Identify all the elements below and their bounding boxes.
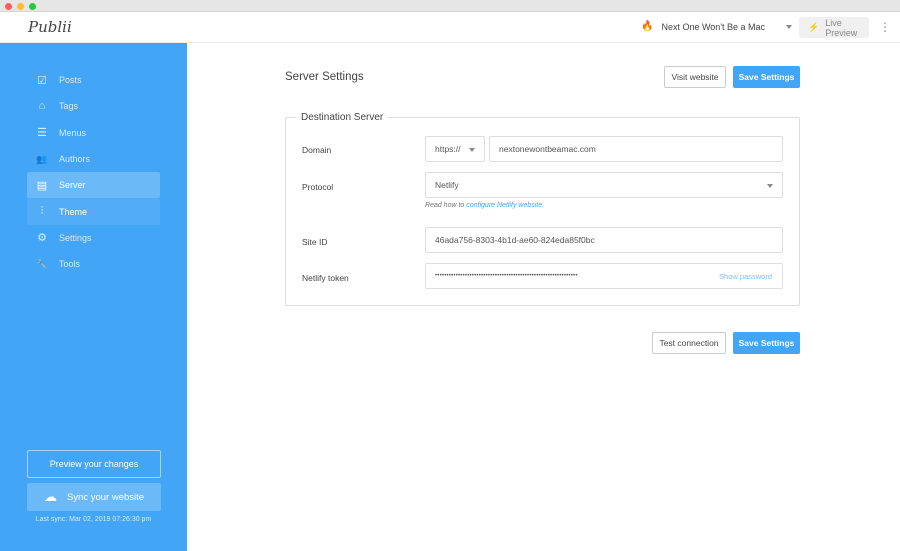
sync-label: Sync your website bbox=[66, 491, 145, 503]
site-id-label: Site ID bbox=[302, 237, 328, 247]
protocol-value: Netlify bbox=[435, 180, 459, 190]
sidebar-item-tags[interactable]: ⌂ Tags bbox=[27, 93, 160, 119]
sidebar-item-label: Authors bbox=[59, 154, 91, 165]
live-preview-button[interactable]: ⚡ Live Preview bbox=[799, 17, 869, 38]
site-name: Next One Won't Be a Mac bbox=[661, 21, 766, 32]
sidebar-item-label: Server bbox=[59, 180, 86, 191]
sidebar-item-authors[interactable]: 👥 Authors bbox=[27, 146, 160, 172]
site-switcher[interactable]: 🔥 Next One Won't Be a Mac bbox=[641, 21, 765, 32]
server-icon: ▤ bbox=[36, 179, 48, 192]
protocol-hint: Read how to configure Netlify website. bbox=[425, 202, 544, 209]
sidebar: ☑ Posts ⌂ Tags ☰ Menus 👥 Authors ▤ Server ⫶ Th… bbox=[0, 43, 187, 551]
sidebar-item-label: Settings bbox=[59, 232, 92, 243]
live-preview-label: Live Preview bbox=[825, 17, 858, 38]
gear-icon: ⚙ bbox=[37, 232, 47, 245]
domain-input[interactable]: nextonewontbeamac.com bbox=[489, 136, 783, 162]
site-id-input[interactable]: 46ada756-8303-4b1d-ae60-824eda85f0bc bbox=[425, 227, 783, 253]
sidebar-item-posts[interactable]: ☑ Posts bbox=[27, 67, 160, 93]
token-value: ••••••••••••••••••••••••••••••••••••••••… bbox=[435, 273, 578, 279]
netlify-token-input[interactable]: ••••••••••••••••••••••••••••••••••••••••… bbox=[425, 263, 783, 289]
protocol-select[interactable]: Netlify bbox=[425, 172, 783, 198]
sync-website-button[interactable]: ☁ Sync your website bbox=[27, 483, 161, 511]
show-password-link[interactable]: Show password bbox=[719, 272, 772, 281]
top-bar: Publii 🔥 Next One Won't Be a Mac ⚡ Live … bbox=[0, 12, 900, 43]
configure-netlify-link[interactable]: configure Netlify website bbox=[466, 202, 542, 209]
domain-label: Domain bbox=[302, 145, 332, 155]
sidebar-item-settings[interactable]: ⚙ Settings bbox=[27, 225, 160, 251]
preview-changes-button[interactable]: Preview your changes bbox=[27, 450, 161, 478]
sidebar-item-label: Theme bbox=[59, 206, 88, 217]
sidebar-item-menus[interactable]: ☰ Menus bbox=[27, 120, 160, 146]
more-options-icon[interactable]: ⋮ bbox=[879, 20, 891, 34]
protocol-prefix-value: https:// bbox=[435, 144, 461, 154]
cloud-upload-icon: ☁ bbox=[43, 489, 57, 504]
hint-text: Read how to bbox=[425, 202, 467, 209]
sidebar-item-label: Posts bbox=[59, 75, 82, 86]
lightning-icon: ⚡ bbox=[808, 22, 820, 32]
authors-icon: 👥 bbox=[36, 153, 48, 164]
visit-website-button[interactable]: Visit website bbox=[664, 66, 726, 88]
minimize-window-button[interactable] bbox=[17, 3, 24, 10]
protocol-label: Protocol bbox=[302, 182, 334, 192]
sidebar-item-theme[interactable]: ⫶ Theme bbox=[27, 198, 160, 225]
maximize-window-button[interactable] bbox=[29, 3, 36, 10]
netlify-token-label: Netlify token bbox=[302, 273, 349, 283]
sidebar-item-label: Menus bbox=[59, 127, 87, 138]
wrench-icon: 🔧 bbox=[36, 258, 48, 269]
close-window-button[interactable] bbox=[5, 3, 12, 10]
menu-icon: ☰ bbox=[37, 127, 47, 140]
tag-icon: ⌂ bbox=[38, 100, 46, 113]
save-settings-button-bottom[interactable]: Save Settings bbox=[733, 332, 800, 354]
window-titlebar bbox=[0, 0, 900, 12]
page-title: Server Settings bbox=[285, 71, 364, 83]
hint-suffix: . bbox=[542, 202, 545, 209]
chevron-down-icon[interactable] bbox=[786, 25, 792, 29]
posts-icon: ☑ bbox=[37, 74, 47, 87]
chevron-down-icon bbox=[469, 148, 475, 152]
sidebar-item-tools[interactable]: 🔧 Tools bbox=[27, 251, 160, 277]
sidebar-item-label: Tags bbox=[59, 101, 79, 112]
protocol-prefix-select[interactable]: https:// bbox=[425, 136, 485, 162]
sidebar-item-server[interactable]: ▤ Server bbox=[27, 172, 160, 199]
main-content: Server Settings Visit website Save Setti… bbox=[187, 43, 900, 551]
sidebar-item-label: Tools bbox=[59, 259, 81, 270]
sidebar-nav: ☑ Posts ⌂ Tags ☰ Menus 👥 Authors ▤ Server ⫶ Th… bbox=[27, 67, 160, 277]
app-logo: Publii bbox=[28, 18, 72, 36]
fieldset-title: Destination Server bbox=[301, 112, 384, 123]
sliders-icon: ⫶ bbox=[40, 205, 44, 218]
last-sync-text: Last sync: Mar 02, 2019 07:26:30 pm bbox=[35, 516, 152, 523]
flame-icon: 🔥 bbox=[641, 21, 654, 32]
test-connection-button[interactable]: Test connection bbox=[652, 332, 726, 354]
chevron-down-icon bbox=[767, 184, 773, 188]
save-settings-button[interactable]: Save Settings bbox=[733, 66, 800, 88]
